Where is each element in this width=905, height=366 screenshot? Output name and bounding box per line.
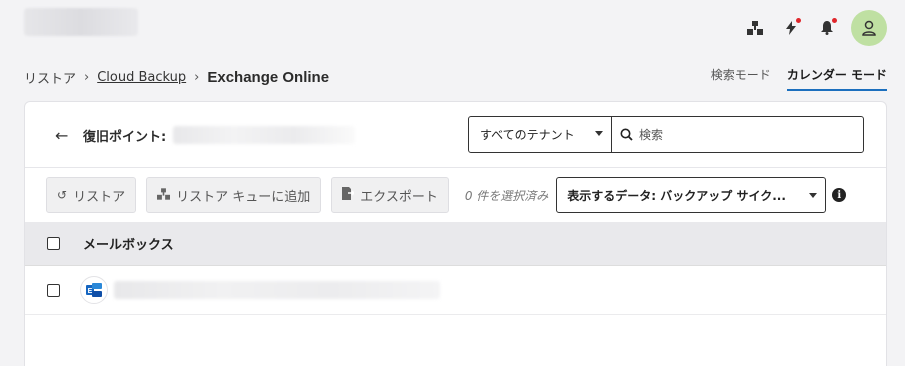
main-card: ← 復旧ポイント: すべてのテナント ↺ リストア リストア キューに追加 エク…	[24, 101, 887, 366]
tab-calendar-mode[interactable]: カレンダー モード	[786, 62, 887, 91]
tenant-select-value: すべてのテナント	[480, 128, 575, 142]
notification-dot	[796, 18, 801, 23]
search-input[interactable]	[639, 127, 849, 142]
back-arrow-icon[interactable]: ←	[55, 126, 68, 145]
bell-icon[interactable]	[809, 12, 845, 44]
user-avatar[interactable]	[851, 10, 887, 46]
selected-count: 0 件を選択済み	[464, 188, 549, 203]
mode-tabs: 検索モード カレンダー モード	[695, 62, 887, 91]
search-box	[611, 116, 864, 153]
caret-down-icon	[595, 131, 603, 136]
breadcrumb-restore[interactable]: リストア	[24, 68, 76, 87]
search-icon	[620, 128, 633, 141]
bolt-icon[interactable]	[773, 12, 809, 44]
caret-down-icon	[809, 193, 818, 198]
export-icon	[342, 187, 356, 203]
add-queue-label: リストア キューに追加	[176, 189, 311, 205]
top-right-toolbar	[737, 10, 887, 46]
column-header-mailbox[interactable]: メールボックス	[83, 234, 174, 253]
chevron-right-icon: ›	[84, 70, 90, 85]
svg-text:E: E	[88, 288, 93, 295]
table-row[interactable]: E	[25, 266, 886, 315]
add-to-restore-queue-button[interactable]: リストア キューに追加	[146, 177, 322, 213]
notification-dot	[832, 18, 837, 23]
org-icon[interactable]	[737, 12, 773, 44]
breadcrumb-cloud-backup[interactable]: Cloud Backup	[97, 70, 186, 85]
logo	[24, 8, 138, 36]
card-header: ← 復旧ポイント: すべてのテナント	[25, 102, 886, 168]
exchange-icon: E	[80, 276, 108, 304]
undo-icon: ↺	[57, 188, 68, 202]
restore-button-label: リストア	[73, 189, 126, 205]
restore-button[interactable]: ↺ リストア	[46, 177, 137, 213]
breadcrumb-exchange-online: Exchange Online	[207, 69, 330, 86]
action-toolbar: ↺ リストア リストア キューに追加 エクスポート 0 件を選択済み 表示するデ…	[46, 177, 847, 213]
mailbox-name	[114, 281, 440, 299]
tenant-select[interactable]: すべてのテナント	[468, 116, 612, 153]
tab-search-mode[interactable]: 検索モード	[711, 62, 771, 91]
row-checkbox[interactable]	[47, 283, 60, 297]
org-icon	[157, 187, 171, 203]
breadcrumb: リストア › Cloud Backup › Exchange Online	[24, 68, 329, 87]
restore-point-value	[173, 126, 355, 144]
data-display-select[interactable]: 表示するデータ: バックアップ サイク...	[556, 177, 827, 213]
select-all-checkbox[interactable]	[47, 237, 60, 250]
chevron-right-icon: ›	[194, 70, 200, 85]
restore-point-label: 復旧ポイント:	[83, 130, 167, 145]
info-icon[interactable]: i	[832, 188, 847, 202]
data-display-value: 表示するデータ: バックアップ サイク...	[567, 188, 786, 203]
export-label: エクスポート	[360, 189, 438, 205]
table-header: メールボックス	[25, 222, 886, 266]
export-button[interactable]: エクスポート	[331, 177, 449, 213]
